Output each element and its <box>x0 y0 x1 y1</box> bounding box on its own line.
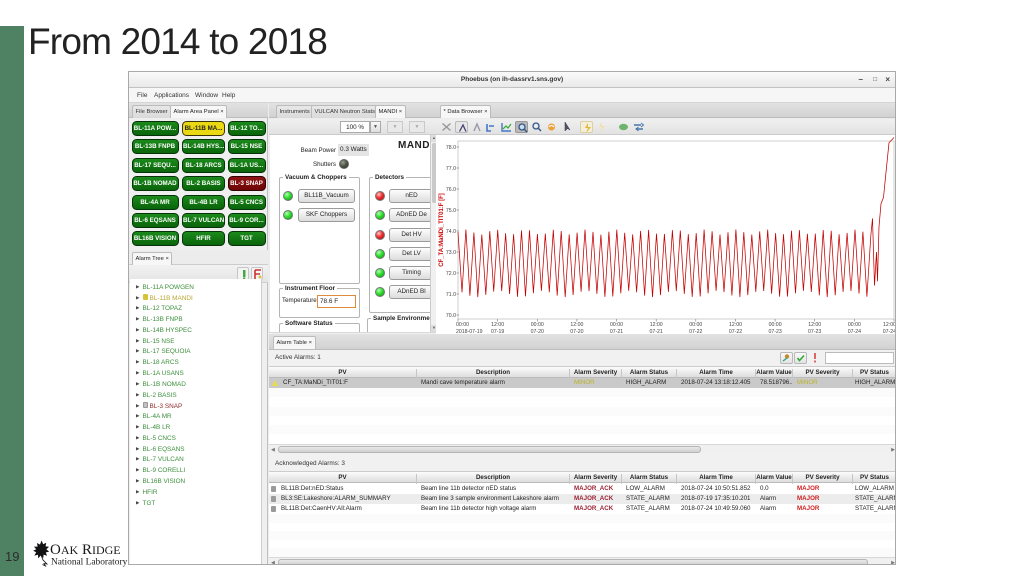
svg-text:National Laboratory: National Laboratory <box>51 558 128 568</box>
svg-text:12:00: 12:00 <box>491 322 504 328</box>
svg-text:00:00: 00:00 <box>531 322 544 328</box>
svg-text:71.0: 71.0 <box>446 292 456 298</box>
svg-text:OAK RIDGE: OAK RIDGE <box>50 542 121 558</box>
svg-text:74.0: 74.0 <box>446 229 456 235</box>
svg-text:77.0: 77.0 <box>446 166 456 172</box>
svg-text:12:00: 12:00 <box>808 322 821 328</box>
svg-text:00:00: 00:00 <box>456 322 469 328</box>
svg-text:12:00: 12:00 <box>650 322 663 328</box>
svg-text:00:00: 00:00 <box>689 322 702 328</box>
svg-text:00:00: 00:00 <box>769 322 782 328</box>
svg-text:12:00: 12:00 <box>883 322 896 328</box>
svg-text:12:00: 12:00 <box>570 322 583 328</box>
svg-text:00:00: 00:00 <box>610 322 623 328</box>
svg-text:00:00: 00:00 <box>848 322 861 328</box>
svg-text:73.0: 73.0 <box>446 250 456 256</box>
svg-text:12:00: 12:00 <box>729 322 742 328</box>
svg-text:76.0: 76.0 <box>446 187 456 193</box>
svg-text:CF_TA:MaNDi_TIT01:F [F]: CF_TA:MaNDi_TIT01:F [F] <box>439 193 445 267</box>
svg-text:70.0: 70.0 <box>446 313 456 319</box>
svg-text:72.0: 72.0 <box>446 271 456 277</box>
svg-text:78.0: 78.0 <box>446 145 456 151</box>
svg-text:75.0: 75.0 <box>446 208 456 214</box>
